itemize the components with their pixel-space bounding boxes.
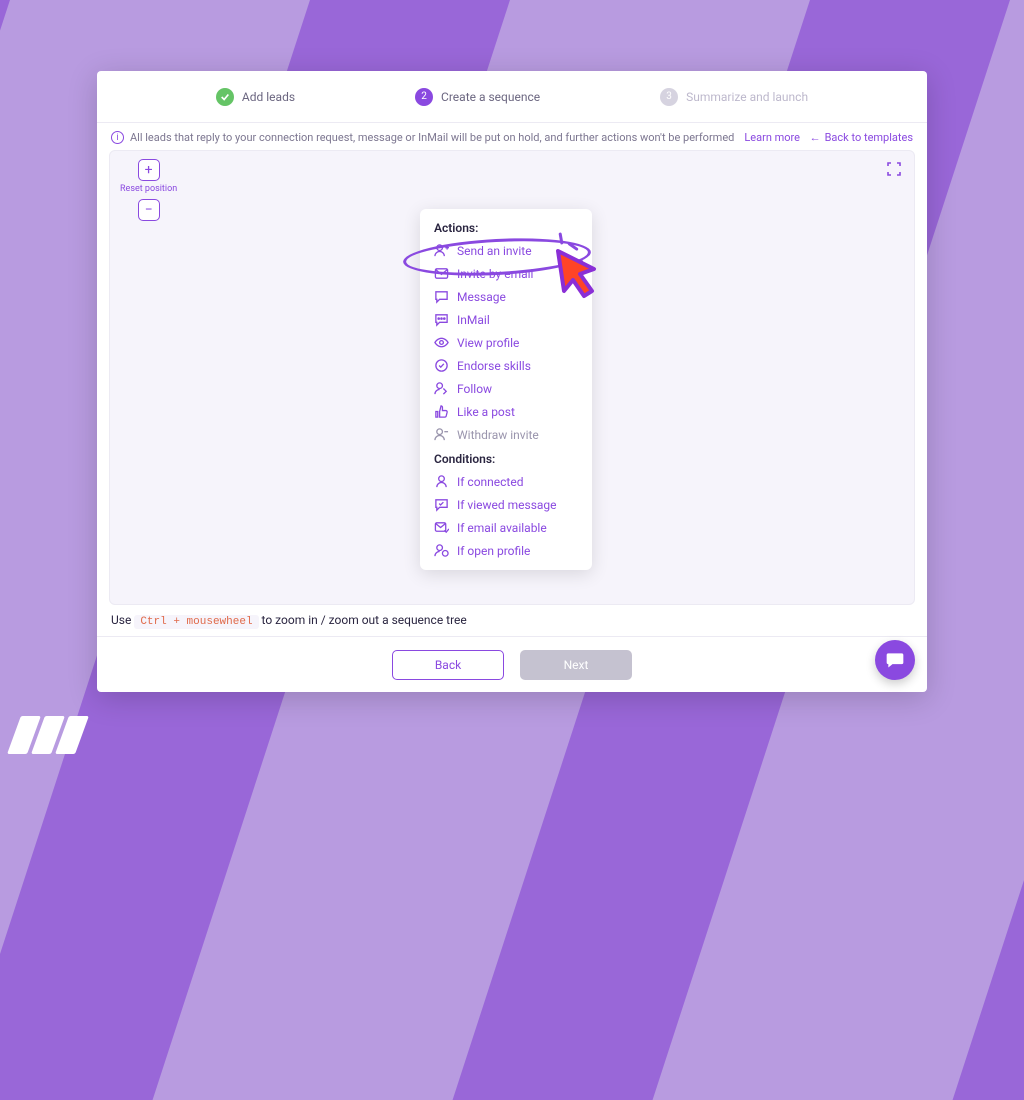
user-icon xyxy=(434,474,449,489)
menu-item-label: InMail xyxy=(457,313,490,327)
step-label: Create a sequence xyxy=(441,90,540,104)
info-text: All leads that reply to your connection … xyxy=(130,131,734,144)
menu-item-label: Invite by email xyxy=(457,267,533,281)
action-send-invite[interactable]: Send an invite xyxy=(420,239,592,262)
condition-if-email-available[interactable]: If email available xyxy=(420,516,592,539)
back-templates-label: Back to templates xyxy=(825,131,913,144)
sequence-canvas[interactable]: + Reset position − Actions: Send an invi… xyxy=(109,150,915,605)
app-window: Add leads 2 Create a sequence 3 Summariz… xyxy=(97,71,927,692)
action-like-post[interactable]: Like a post xyxy=(420,400,592,423)
action-follow[interactable]: Follow xyxy=(420,377,592,400)
fullscreen-button[interactable] xyxy=(884,159,904,179)
menu-item-label: Like a post xyxy=(457,405,515,419)
brand-logo-icon xyxy=(7,716,89,754)
action-withdraw-invite[interactable]: Withdraw invite xyxy=(420,423,592,446)
menu-item-label: Endorse skills xyxy=(457,359,531,373)
chat-icon xyxy=(434,289,449,304)
info-icon: i xyxy=(111,131,124,144)
chat-widget-button[interactable] xyxy=(875,640,915,680)
eye-icon xyxy=(434,335,449,350)
action-message[interactable]: Message xyxy=(420,285,592,308)
condition-if-viewed-message[interactable]: If viewed message xyxy=(420,493,592,516)
step-badge-pending: 3 xyxy=(660,88,678,106)
badge-check-icon xyxy=(434,358,449,373)
menu-item-label: If viewed message xyxy=(457,498,557,512)
step-create-sequence[interactable]: 2 Create a sequence xyxy=(415,88,540,106)
back-button[interactable]: Back xyxy=(392,650,504,680)
menu-item-label: View profile xyxy=(457,336,519,350)
menu-item-label: If email available xyxy=(457,521,547,535)
next-button[interactable]: Next xyxy=(520,650,632,680)
learn-more-link[interactable]: Learn more xyxy=(744,131,800,144)
mail-check-icon xyxy=(434,520,449,535)
info-bar: i All leads that reply to your connectio… xyxy=(97,123,927,150)
user-plus-icon xyxy=(434,243,449,258)
menu-item-label: If connected xyxy=(457,475,524,489)
hint-suffix: to zoom in / zoom out a sequence tree xyxy=(262,613,467,627)
stepper: Add leads 2 Create a sequence 3 Summariz… xyxy=(97,71,927,123)
user-open-icon xyxy=(434,543,449,558)
action-view-profile[interactable]: View profile xyxy=(420,331,592,354)
chat-check-icon xyxy=(434,497,449,512)
step-summarize[interactable]: 3 Summarize and launch xyxy=(660,88,808,106)
thumbs-up-icon xyxy=(434,404,449,419)
action-inmail[interactable]: InMail xyxy=(420,308,592,331)
hint-kbd: Ctrl + mousewheel xyxy=(134,615,258,629)
user-follow-icon xyxy=(434,381,449,396)
mail-icon xyxy=(434,266,449,281)
condition-if-connected[interactable]: If connected xyxy=(420,470,592,493)
menu-item-label: If open profile xyxy=(457,544,530,558)
menu-item-label: Withdraw invite xyxy=(457,428,539,442)
menu-item-label: Send an invite xyxy=(457,244,532,258)
conditions-heading: Conditions: xyxy=(420,450,592,470)
reset-position-button[interactable]: Reset position xyxy=(120,185,177,195)
user-minus-icon xyxy=(434,427,449,442)
step-badge-done-icon xyxy=(216,88,234,106)
step-label: Add leads xyxy=(242,90,295,104)
condition-if-open-profile[interactable]: If open profile xyxy=(420,539,592,562)
hint-prefix: Use xyxy=(111,613,134,627)
step-add-leads[interactable]: Add leads xyxy=(216,88,295,106)
menu-item-label: Message xyxy=(457,290,506,304)
step-badge-active: 2 xyxy=(415,88,433,106)
hint-bar: Use Ctrl + mousewheel to zoom in / zoom … xyxy=(97,605,927,636)
back-to-templates-link[interactable]: ← Back to templates xyxy=(810,131,913,144)
chat-dots-icon xyxy=(434,312,449,327)
menu-item-label: Follow xyxy=(457,382,492,396)
action-invite-by-email[interactable]: Invite by email xyxy=(420,262,592,285)
action-endorse-skills[interactable]: Endorse skills xyxy=(420,354,592,377)
action-picker-menu: Actions: Send an invite Invite by email … xyxy=(420,209,592,570)
arrow-left-icon: ← xyxy=(810,131,821,144)
footer-bar: Back Next xyxy=(97,636,927,692)
zoom-in-button[interactable]: + xyxy=(138,159,160,181)
zoom-out-button[interactable]: − xyxy=(138,199,160,221)
step-label: Summarize and launch xyxy=(686,90,808,104)
zoom-controls: + Reset position − xyxy=(120,159,177,221)
actions-heading: Actions: xyxy=(420,219,592,239)
